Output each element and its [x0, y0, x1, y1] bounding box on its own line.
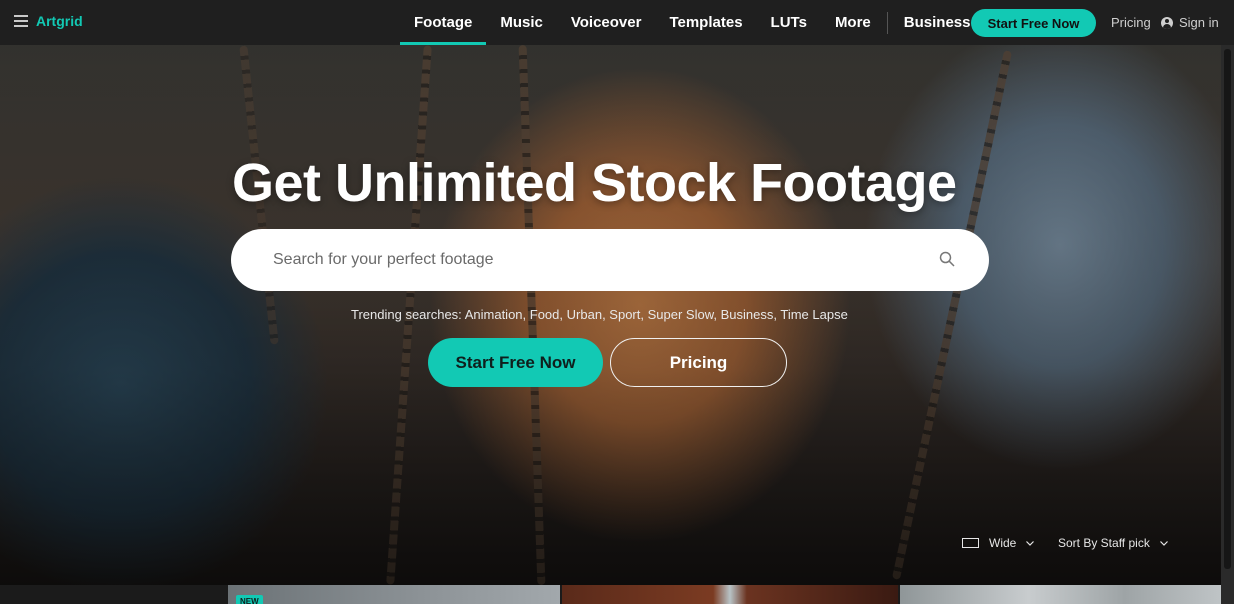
scrollbar-thumb[interactable] — [1224, 49, 1231, 569]
search-input[interactable] — [273, 251, 893, 269]
trending-super-slow[interactable]: Super Slow — [648, 307, 714, 322]
new-badge: NEW — [236, 595, 263, 604]
start-free-button[interactable]: Start Free Now — [428, 338, 603, 387]
search-icon[interactable] — [939, 251, 955, 267]
sort-dropdown[interactable]: Sort By Staff pick — [1058, 536, 1168, 550]
footage-thumbnail[interactable] — [900, 585, 1221, 604]
footage-thumbnail[interactable]: NEW — [228, 585, 560, 604]
nav-divider — [886, 11, 888, 34]
tab-music[interactable]: Music — [486, 0, 557, 45]
trending-label: Trending searches: — [351, 307, 462, 322]
tab-footage[interactable]: Footage — [400, 0, 487, 45]
trending-business[interactable]: Business — [721, 307, 774, 322]
logo[interactable]: Artgrid — [36, 13, 83, 29]
trending-urban[interactable]: Urban — [567, 307, 602, 322]
trending-time-lapse[interactable]: Time Lapse — [780, 307, 847, 322]
top-nav: Artgrid Footage Music Voiceover Template… — [0, 0, 1234, 45]
footage-thumbnail[interactable] — [562, 585, 898, 604]
tab-voiceover[interactable]: Voiceover — [557, 0, 656, 45]
start-free-nav-button[interactable]: Start Free Now — [971, 9, 1096, 37]
pricing-nav-link[interactable]: Pricing — [1111, 15, 1151, 30]
main-tabs: Footage Music Voiceover Templates LUTs M… — [400, 0, 984, 45]
pricing-button[interactable]: Pricing — [610, 338, 787, 387]
hero-headline: Get Unlimited Stock Footage — [232, 153, 957, 213]
tab-luts[interactable]: LUTs — [757, 0, 821, 45]
tab-templates[interactable]: Templates — [655, 0, 756, 45]
chevron-down-icon — [1159, 540, 1168, 546]
sign-in-label: Sign in — [1179, 15, 1219, 30]
page-scrollbar[interactable] — [1221, 45, 1234, 604]
trending-food[interactable]: Food — [530, 307, 560, 322]
wide-layout-icon — [962, 538, 979, 548]
sort-label: Sort By Staff pick — [1058, 536, 1150, 550]
trending-animation[interactable]: Animation — [465, 307, 523, 322]
trending-sport[interactable]: Sport — [609, 307, 640, 322]
menu-icon[interactable] — [14, 15, 28, 27]
view-mode-dropdown[interactable]: Wide — [962, 536, 1035, 550]
user-icon — [1161, 16, 1173, 29]
search-bar[interactable] — [231, 229, 989, 291]
sign-in-link[interactable]: Sign in — [1161, 15, 1219, 30]
chevron-down-icon — [1026, 540, 1035, 546]
trending-searches: Trending searches: Animation, Food, Urba… — [351, 307, 848, 322]
view-mode-label: Wide — [989, 536, 1017, 550]
tab-more[interactable]: More — [821, 0, 885, 45]
